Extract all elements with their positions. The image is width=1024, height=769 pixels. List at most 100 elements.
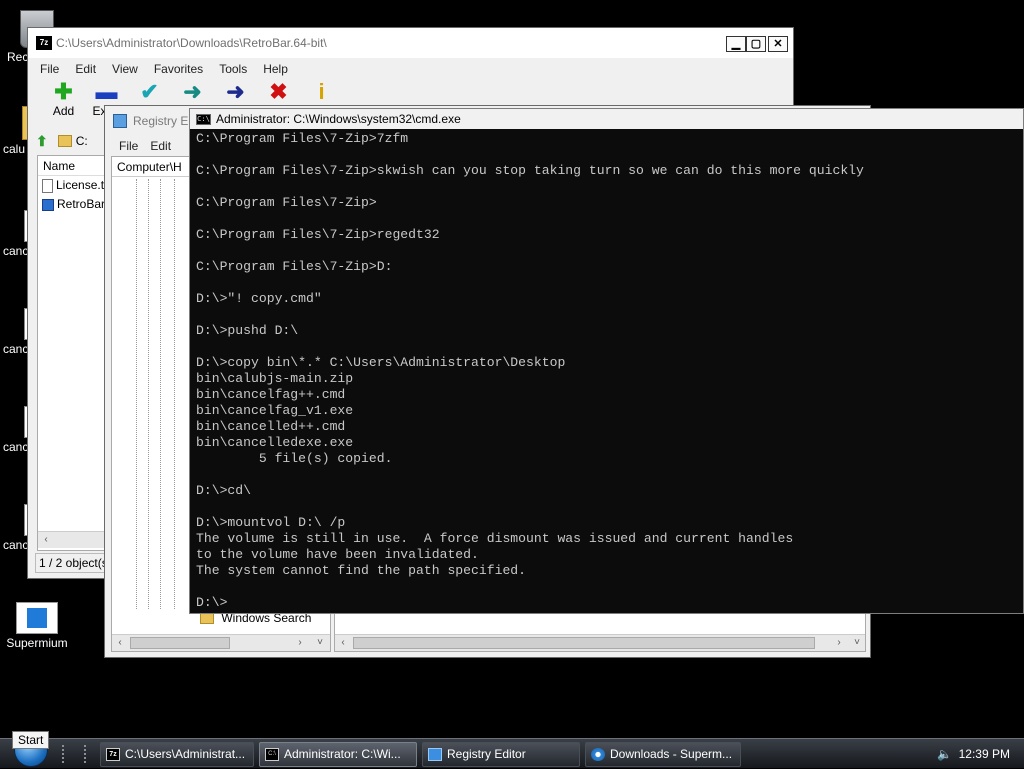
task-label: Downloads - Superm... (610, 747, 733, 761)
desktop-icon-label: Supermium (6, 636, 68, 650)
scroll-left-icon[interactable]: ‹ (335, 635, 351, 651)
maximize-button[interactable]: ▢ (746, 36, 766, 52)
delete-icon: ✖ (269, 79, 288, 104)
console-line: D:\>"! copy.cmd" (196, 291, 322, 306)
toolbar-button-move-arrow[interactable]: ➜ (214, 80, 257, 104)
info-icon: i (318, 79, 325, 104)
up-folder-icon[interactable]: ⬆ (36, 133, 48, 150)
plus-icon: ✚ (54, 79, 73, 104)
7zip-app-icon: 7z (36, 36, 52, 50)
menu-help[interactable]: Help (255, 62, 296, 76)
clock[interactable]: 12:39 PM (959, 739, 1010, 769)
start-tooltip: Start (12, 731, 50, 749)
7zip-menubar: File Edit View Favorites Tools Help (28, 58, 793, 80)
menu-file[interactable]: File (111, 139, 144, 153)
toolbar-button-copy-arrow[interactable]: ➜ (171, 80, 214, 104)
taskbar: 7z C:\Users\Administrat... C:\ Administr… (0, 733, 1024, 769)
toolbar-button-delete[interactable]: ✖ (257, 80, 300, 104)
toolbar-button-info[interactable]: i (300, 80, 343, 104)
minimize-button[interactable]: ▁ (726, 36, 746, 52)
check-icon: ✔ (140, 79, 159, 104)
console-output[interactable]: C:\Program Files\7-Zip>7zfm C:\Program Fi… (196, 131, 1023, 613)
exe-file-icon (42, 198, 54, 211)
menu-tools[interactable]: Tools (211, 62, 255, 76)
copy-arrow-icon: ➜ (183, 79, 202, 104)
console-line: D:\>pushd D:\ (196, 323, 299, 338)
toolbar-label: Add (52, 104, 75, 118)
console-line: bin\cancelled++.cmd (196, 419, 346, 434)
menu-edit[interactable]: Edit (67, 62, 104, 76)
console-line: C:\Program Files\7-Zip>skwish can you st… (196, 163, 864, 178)
scroll-right-icon[interactable]: › (831, 635, 847, 651)
window-title: C:\Users\Administrator\Downloads\RetroBa… (56, 36, 327, 50)
taskbar-button-registry[interactable]: Registry Editor (422, 742, 580, 767)
console-line: C:\Program Files\7-Zip>D: (196, 259, 393, 274)
address-text: C: (75, 134, 88, 148)
task-label: Administrator: C:\Wi... (284, 747, 401, 761)
horizontal-scrollbar[interactable]: ‹ › ˅ (335, 634, 865, 651)
scroll-down-icon[interactable]: ˅ (849, 635, 865, 651)
close-button[interactable]: ✕ (768, 36, 788, 52)
toolbar-button-plus[interactable]: ✚ Add (42, 79, 85, 119)
registry-icon (428, 748, 442, 761)
horizontal-scrollbar[interactable]: ‹ › ˅ (112, 634, 330, 651)
cmd-titlebar[interactable]: C:\ Administrator: C:\Windows\system32\c… (190, 109, 1023, 129)
console-line: D:\>mountvol D:\ /p (196, 515, 346, 530)
file-name: License.t (56, 178, 105, 192)
minus-icon: ▬ (95, 79, 118, 104)
scroll-left-icon[interactable]: ‹ (38, 532, 54, 548)
console-line: bin\calubjs-main.zip (196, 371, 354, 386)
taskbar-button-cmd[interactable]: C:\ Administrator: C:\Wi... (259, 742, 417, 767)
text-file-icon (42, 178, 53, 193)
console-line: bin\cancelfag_v1.exe (196, 403, 354, 418)
console-line: D:\>cd\ (196, 483, 252, 498)
cmd-icon: C:\ (265, 748, 279, 761)
menu-view[interactable]: View (104, 62, 146, 76)
console-line: The volume is still in use. A force dism… (196, 531, 794, 546)
volume-icon[interactable]: 🔈 (937, 747, 952, 761)
task-label: C:\Users\Administrat... (125, 747, 246, 761)
cmd-window[interactable]: C:\ Administrator: C:\Windows\system32\c… (189, 108, 1024, 614)
scroll-left-icon[interactable]: ‹ (112, 635, 128, 651)
folder-icon (57, 135, 72, 147)
supermium-shortcut-icon (16, 602, 58, 634)
menu-edit[interactable]: Edit (144, 139, 177, 153)
console-line: bin\cancelledexe.exe (196, 435, 354, 450)
desktop-icon-supermium[interactable]: Supermium (0, 602, 74, 650)
menu-favorites[interactable]: Favorites (146, 62, 211, 76)
console-line: to the volume have been invalidated. (196, 547, 479, 562)
browser-icon (591, 748, 605, 761)
taskbar-button-supermium[interactable]: Downloads - Superm... (585, 742, 741, 767)
scroll-down-icon[interactable]: ˅ (312, 635, 328, 651)
menu-file[interactable]: File (32, 62, 67, 76)
registry-app-icon (113, 114, 127, 128)
scroll-right-icon[interactable]: › (292, 635, 308, 651)
console-line: D:\>copy bin\*.* C:\Users\Administrator\… (196, 355, 566, 370)
7zip-titlebar[interactable]: 7z C:\Users\Administrator\Downloads\Retr… (28, 28, 793, 58)
console-line: C:\Program Files\7-Zip>7zfm (196, 131, 409, 146)
console-line: bin\cancelfag++.cmd (196, 387, 346, 402)
window-title: Administrator: C:\Windows\system32\cmd.e… (216, 112, 461, 126)
scroll-thumb[interactable] (353, 637, 815, 649)
folder-icon (200, 613, 214, 625)
quick-launch-grip (84, 745, 90, 763)
file-name: RetroBar (57, 197, 106, 211)
task-label: Registry Editor (447, 747, 526, 761)
window-title: Registry E (133, 114, 189, 128)
7zip-icon: 7z (106, 748, 120, 761)
toolbar-button-check[interactable]: ✔ (128, 80, 171, 104)
console-line: The system cannot find the path specifie… (196, 563, 527, 578)
quick-launch-grip (62, 745, 68, 763)
scroll-thumb[interactable] (130, 637, 230, 649)
cmd-icon: C:\ (196, 113, 211, 125)
taskbar-button-7zip[interactable]: 7z C:\Users\Administrat... (100, 742, 254, 767)
console-line: C:\Program Files\7-Zip> (196, 195, 377, 210)
